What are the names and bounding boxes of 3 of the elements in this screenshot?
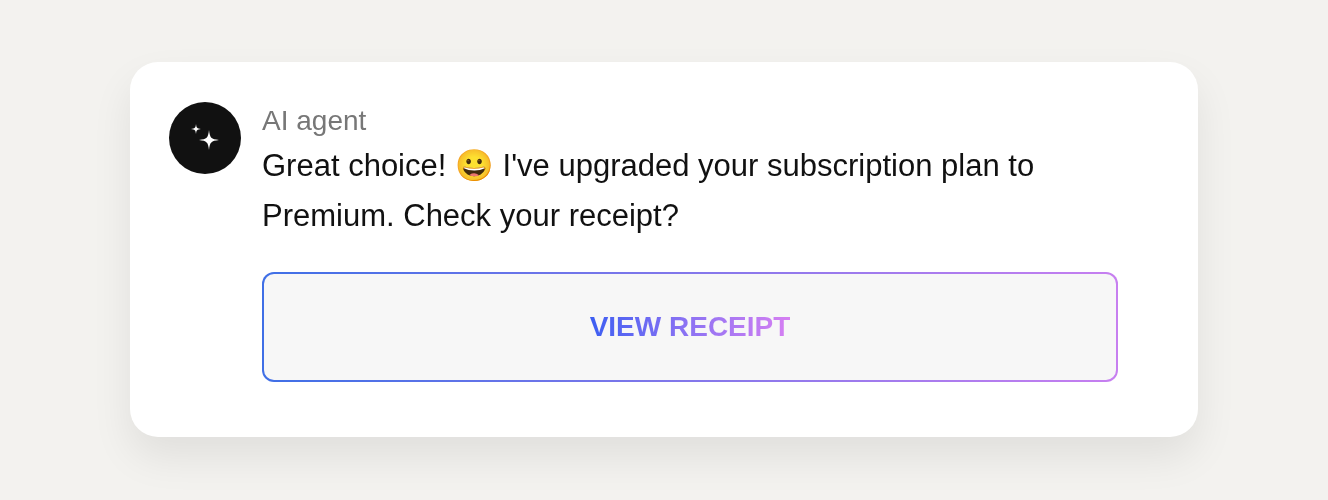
- view-receipt-button[interactable]: VIEW RECEIPT: [262, 272, 1118, 382]
- message-text: Great choice! 😀 I've upgraded your subscription plan to Premium. Check your receipt?: [262, 147, 1036, 235]
- sender-name: AI agent: [262, 104, 368, 138]
